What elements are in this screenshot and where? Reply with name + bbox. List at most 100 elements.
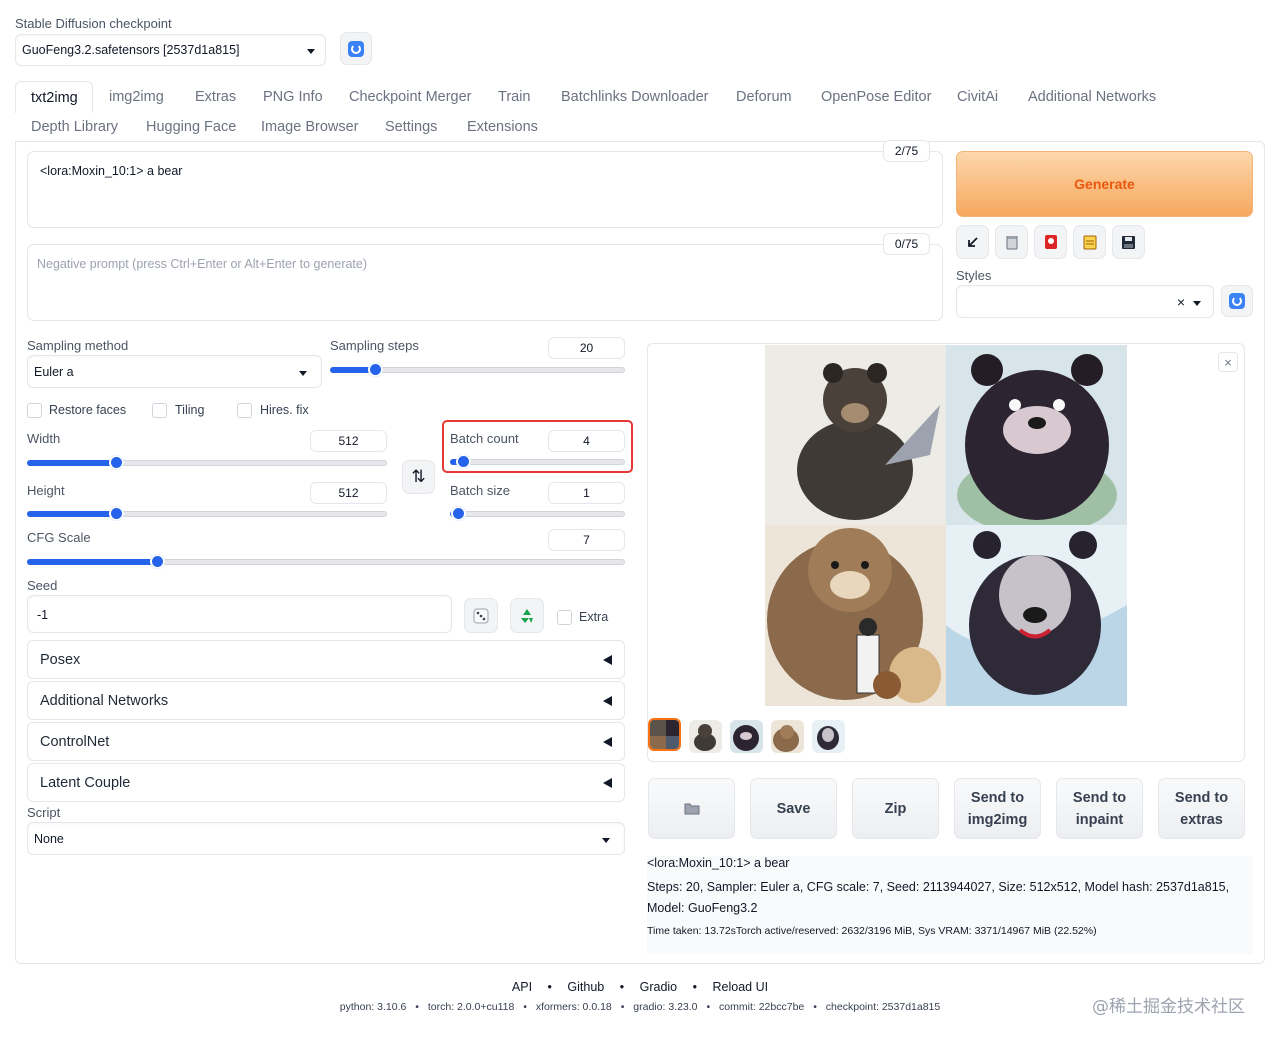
tab-extensions[interactable]: Extensions [467,119,538,135]
batch-count-input[interactable]: 4 [548,430,625,452]
tab-img2img[interactable]: img2img [109,89,164,105]
footer-link-api[interactable]: API [512,980,532,994]
save-button[interactable]: Save [750,778,837,839]
open-folder-button[interactable] [648,778,735,839]
refresh-checkpoint-button[interactable] [340,32,372,65]
tab-depth-library[interactable]: Depth Library [31,119,118,135]
width-input[interactable]: 512 [310,430,387,452]
save-style-button[interactable] [1112,225,1145,259]
slider-thumb[interactable] [109,506,124,521]
gallery-thumb-3[interactable] [771,720,804,753]
accordion-title: Latent Couple [40,774,131,791]
send-to-extras-button[interactable]: Send to extras [1158,778,1245,839]
footer-separator: • [523,1001,527,1013]
negative-prompt-textarea[interactable]: Negative prompt (press Ctrl+Enter or Alt… [27,244,943,321]
refresh-styles-button[interactable] [1221,285,1253,317]
checkpoint-select[interactable]: GuoFeng3.2.safetensors [2537d1a815] [15,34,326,66]
gallery-thumb-2[interactable] [730,720,763,753]
script-select[interactable]: None [27,822,625,855]
tab-openpose-editor[interactable]: OpenPose Editor [821,89,931,105]
tab-train[interactable]: Train [498,89,531,105]
zip-button[interactable]: Zip [852,778,939,839]
tab-png-info[interactable]: PNG Info [263,89,323,105]
collapse-triangle-icon [603,777,612,788]
sampling-steps-slider[interactable] [330,362,625,377]
gallery-thumb-grid[interactable] [648,718,681,751]
footer-link-gradio[interactable]: Gradio [640,980,678,994]
seed-input[interactable]: -1 [27,595,452,633]
batch-count-slider[interactable] [450,454,625,469]
sampling-method-label: Sampling method [27,338,129,353]
swap-icon: ⇅ [411,467,426,487]
cfg-scale-slider[interactable] [27,554,625,569]
version-checkpoint: checkpoint: 2537d1a815 [825,1001,941,1013]
footer-link-reload-ui[interactable]: Reload UI [713,980,769,994]
slider-thumb[interactable] [109,455,124,470]
tab-extras[interactable]: Extras [195,89,236,105]
preview-image[interactable] [765,345,1127,706]
slider-fill [27,460,116,466]
slider-thumb[interactable] [456,454,471,469]
clear-prompt-button[interactable] [995,225,1028,259]
clear-styles-icon[interactable]: × [1177,294,1185,310]
tab-settings[interactable]: Settings [385,119,437,135]
footer-link-github[interactable]: Github [567,980,604,994]
read-params-button[interactable] [956,225,989,259]
negative-token-counter: 0/75 [883,233,930,255]
hires-fix-checkbox[interactable] [237,403,252,418]
gallery-thumb-4[interactable] [812,720,845,753]
footer-versions: python: 3.10.6 • torch: 2.0.0+cu118 • xf… [0,1001,1280,1013]
slider-thumb[interactable] [150,554,165,569]
accordion-additional-networks[interactable]: Additional Networks [27,681,625,720]
tab-batchlinks-downloader[interactable]: Batchlinks Downloader [561,89,709,105]
tab-checkpoint-merger[interactable]: Checkpoint Merger [349,89,472,105]
random-seed-button[interactable] [464,598,498,633]
accordion-latent-couple[interactable]: Latent Couple [27,763,625,802]
cfg-scale-input[interactable]: 7 [548,529,625,551]
send-to-img2img-button[interactable]: Send to img2img [954,778,1041,839]
sampling-method-select[interactable]: Euler a [27,355,322,388]
restore-faces-checkbox[interactable] [27,403,42,418]
slider-thumb[interactable] [451,506,466,521]
batch-size-slider[interactable] [450,506,625,521]
batch-count-label: Batch count [450,431,519,446]
sampling-steps-input[interactable]: 20 [548,337,625,359]
batch-size-input[interactable]: 1 [548,482,625,504]
sampling-method-value: Euler a [34,365,74,379]
swap-dimensions-button[interactable]: ⇅ [402,460,435,494]
tab-civitai[interactable]: CivitAi [957,89,998,105]
restore-faces-label: Restore faces [49,403,127,417]
batch-size-label: Batch size [450,483,510,498]
accordion-controlnet[interactable]: ControlNet [27,722,625,761]
footer-separator: • [547,980,552,994]
height-input[interactable]: 512 [310,482,387,504]
height-slider[interactable] [27,506,387,521]
version-torch: torch: 2.0.0+cu118 [427,1001,515,1013]
close-preview-button[interactable]: × [1218,352,1238,372]
slider-fill [27,559,157,565]
accordion-title: ControlNet [40,733,110,750]
tab-hugging-face[interactable]: Hugging Face [146,119,236,135]
watermark: @稀土掘金技术社区 [1092,997,1245,1017]
tab-txt2img[interactable]: txt2img [15,81,93,113]
styles-select[interactable]: × [956,285,1214,318]
generate-button[interactable]: Generate [956,151,1253,217]
tab-deforum[interactable]: Deforum [736,89,792,105]
tab-image-browser[interactable]: Image Browser [261,119,359,135]
tiling-checkbox[interactable] [152,403,167,418]
chevron-down-icon [299,371,307,376]
tiling-label: Tiling [175,403,205,417]
send-to-inpaint-button[interactable]: Send to inpaint [1056,778,1143,839]
prompt-textarea[interactable]: <lora:Moxin_10:1> a bear [27,151,943,228]
show-extra-networks-button[interactable] [1034,225,1067,259]
reuse-seed-button[interactable] [510,598,544,633]
width-slider[interactable] [27,455,387,470]
extra-seed-checkbox[interactable] [557,610,572,625]
accordion-posex[interactable]: Posex [27,640,625,679]
extra-seed-label: Extra [579,610,609,624]
gallery-thumb-1[interactable] [689,720,722,753]
refresh-icon [348,40,364,57]
apply-style-button[interactable] [1073,225,1106,259]
slider-thumb[interactable] [368,362,383,377]
tab-additional-networks[interactable]: Additional Networks [1028,89,1156,105]
